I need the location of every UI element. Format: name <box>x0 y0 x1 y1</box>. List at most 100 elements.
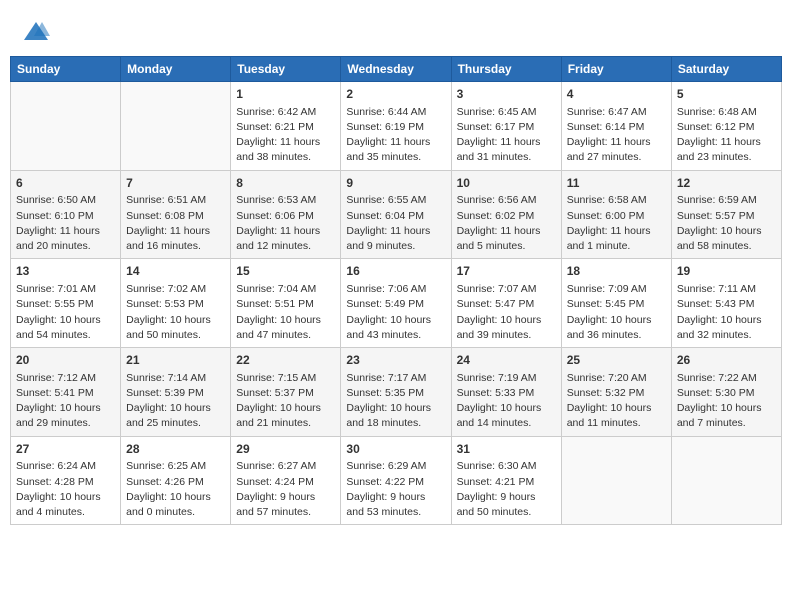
calendar-cell: 6Sunrise: 6:50 AM Sunset: 6:10 PM Daylig… <box>11 170 121 259</box>
day-number: 28 <box>126 441 225 458</box>
day-info: Sunrise: 7:15 AM Sunset: 5:37 PM Dayligh… <box>236 371 335 432</box>
calendar-cell: 4 Sunrise: 6:47 AM Sunset: 6:14 PM Daylig… <box>561 82 671 171</box>
day-info: Sunrise: 7:01 AM Sunset: 5:55 PM Dayligh… <box>16 282 115 343</box>
day-info: Sunrise: 6:50 AM Sunset: 6:10 PM Dayligh… <box>16 193 115 254</box>
logo-line1 <box>20 18 50 46</box>
calendar-cell: 13Sunrise: 7:01 AM Sunset: 5:55 PM Dayli… <box>11 259 121 348</box>
calendar-cell: 30Sunrise: 6:29 AM Sunset: 4:22 PM Dayli… <box>341 436 451 525</box>
calendar-cell: 10Sunrise: 6:56 AM Sunset: 6:02 PM Dayli… <box>451 170 561 259</box>
day-info: Sunrise: 6:47 AM Sunset: 6:14 PM Dayligh… <box>567 105 666 166</box>
calendar-cell: 8Sunrise: 6:53 AM Sunset: 6:06 PM Daylig… <box>231 170 341 259</box>
day-info: Sunrise: 7:07 AM Sunset: 5:47 PM Dayligh… <box>457 282 556 343</box>
day-number: 21 <box>126 352 225 369</box>
day-number: 18 <box>567 263 666 280</box>
day-header-tuesday: Tuesday <box>231 57 341 82</box>
day-info: Sunrise: 6:45 AM Sunset: 6:17 PM Dayligh… <box>457 105 556 166</box>
calendar-week-row: 20 Sunrise: 7:12 AM Sunset: 5:41 PM Dayli… <box>11 348 782 437</box>
day-info: Sunrise: 7:14 AM Sunset: 5:39 PM Dayligh… <box>126 371 225 432</box>
calendar-cell: 3 Sunrise: 6:45 AM Sunset: 6:17 PM Daylig… <box>451 82 561 171</box>
day-number: 11 <box>567 175 666 192</box>
day-info: Sunrise: 6:58 AM Sunset: 6:00 PM Dayligh… <box>567 193 666 254</box>
calendar-table: SundayMondayTuesdayWednesdayThursdayFrid… <box>10 56 782 525</box>
day-number: 4 <box>567 86 666 103</box>
logo <box>20 18 50 46</box>
calendar-cell: 15 Sunrise: 7:04 AM Sunset: 5:51 PM Dayli… <box>231 259 341 348</box>
day-number: 26 <box>677 352 776 369</box>
day-info: Sunrise: 7:12 AM Sunset: 5:41 PM Dayligh… <box>16 371 115 432</box>
day-info: Sunrise: 7:02 AM Sunset: 5:53 PM Dayligh… <box>126 282 225 343</box>
calendar-cell: 29Sunrise: 6:27 AM Sunset: 4:24 PM Dayli… <box>231 436 341 525</box>
calendar-cell: 19Sunrise: 7:11 AM Sunset: 5:43 PM Dayli… <box>671 259 781 348</box>
day-info: Sunrise: 6:51 AM Sunset: 6:08 PM Dayligh… <box>126 193 225 254</box>
day-number: 20 <box>16 352 115 369</box>
calendar-cell: 27Sunrise: 6:24 AM Sunset: 4:28 PM Dayli… <box>11 436 121 525</box>
calendar-cell: 12Sunrise: 6:59 AM Sunset: 5:57 PM Dayli… <box>671 170 781 259</box>
page-header <box>10 10 782 50</box>
calendar-cell: 25Sunrise: 7:20 AM Sunset: 5:32 PM Dayli… <box>561 348 671 437</box>
day-number: 3 <box>457 86 556 103</box>
calendar-week-row: 27Sunrise: 6:24 AM Sunset: 4:28 PM Dayli… <box>11 436 782 525</box>
day-number: 25 <box>567 352 666 369</box>
day-number: 27 <box>16 441 115 458</box>
calendar-cell <box>671 436 781 525</box>
day-number: 16 <box>346 263 445 280</box>
calendar-cell: 24 Sunrise: 7:19 AM Sunset: 5:33 PM Dayli… <box>451 348 561 437</box>
day-number: 22 <box>236 352 335 369</box>
day-header-saturday: Saturday <box>671 57 781 82</box>
day-info: Sunrise: 7:19 AM Sunset: 5:33 PM Dayligh… <box>457 371 556 432</box>
day-number: 15 <box>236 263 335 280</box>
calendar-cell: 7Sunrise: 6:51 AM Sunset: 6:08 PM Daylig… <box>121 170 231 259</box>
day-info: Sunrise: 6:30 AM Sunset: 4:21 PM Dayligh… <box>457 459 556 520</box>
calendar-cell: 21 Sunrise: 7:14 AM Sunset: 5:39 PM Dayli… <box>121 348 231 437</box>
calendar-cell: 1Sunrise: 6:42 AM Sunset: 6:21 PM Daylig… <box>231 82 341 171</box>
calendar-cell: 26Sunrise: 7:22 AM Sunset: 5:30 PM Dayli… <box>671 348 781 437</box>
day-header-friday: Friday <box>561 57 671 82</box>
day-info: Sunrise: 7:06 AM Sunset: 5:49 PM Dayligh… <box>346 282 445 343</box>
calendar-week-row: 6Sunrise: 6:50 AM Sunset: 6:10 PM Daylig… <box>11 170 782 259</box>
calendar-cell: 2 Sunrise: 6:44 AM Sunset: 6:19 PM Daylig… <box>341 82 451 171</box>
calendar-header-row: SundayMondayTuesdayWednesdayThursdayFrid… <box>11 57 782 82</box>
day-header-thursday: Thursday <box>451 57 561 82</box>
logo-icon <box>22 18 50 46</box>
calendar-cell: 14 Sunrise: 7:02 AM Sunset: 5:53 PM Dayli… <box>121 259 231 348</box>
day-header-monday: Monday <box>121 57 231 82</box>
day-info: Sunrise: 7:04 AM Sunset: 5:51 PM Dayligh… <box>236 282 335 343</box>
calendar-cell: 23Sunrise: 7:17 AM Sunset: 5:35 PM Dayli… <box>341 348 451 437</box>
day-number: 14 <box>126 263 225 280</box>
day-info: Sunrise: 6:56 AM Sunset: 6:02 PM Dayligh… <box>457 193 556 254</box>
calendar-cell <box>11 82 121 171</box>
day-number: 1 <box>236 86 335 103</box>
calendar-cell: 20 Sunrise: 7:12 AM Sunset: 5:41 PM Dayli… <box>11 348 121 437</box>
day-info: Sunrise: 6:24 AM Sunset: 4:28 PM Dayligh… <box>16 459 115 520</box>
day-info: Sunrise: 6:27 AM Sunset: 4:24 PM Dayligh… <box>236 459 335 520</box>
calendar-cell: 11Sunrise: 6:58 AM Sunset: 6:00 PM Dayli… <box>561 170 671 259</box>
day-info: Sunrise: 6:25 AM Sunset: 4:26 PM Dayligh… <box>126 459 225 520</box>
calendar-cell: 9Sunrise: 6:55 AM Sunset: 6:04 PM Daylig… <box>341 170 451 259</box>
day-info: Sunrise: 7:11 AM Sunset: 5:43 PM Dayligh… <box>677 282 776 343</box>
calendar-cell <box>561 436 671 525</box>
calendar-cell: 17 Sunrise: 7:07 AM Sunset: 5:47 PM Dayli… <box>451 259 561 348</box>
day-info: Sunrise: 6:44 AM Sunset: 6:19 PM Dayligh… <box>346 105 445 166</box>
day-number: 2 <box>346 86 445 103</box>
day-number: 29 <box>236 441 335 458</box>
day-number: 17 <box>457 263 556 280</box>
day-info: Sunrise: 6:29 AM Sunset: 4:22 PM Dayligh… <box>346 459 445 520</box>
day-number: 30 <box>346 441 445 458</box>
calendar-cell: 5 Sunrise: 6:48 AM Sunset: 6:12 PM Daylig… <box>671 82 781 171</box>
day-number: 12 <box>677 175 776 192</box>
day-number: 6 <box>16 175 115 192</box>
calendar-cell: 31Sunrise: 6:30 AM Sunset: 4:21 PM Dayli… <box>451 436 561 525</box>
calendar-cell: 22 Sunrise: 7:15 AM Sunset: 5:37 PM Dayli… <box>231 348 341 437</box>
day-info: Sunrise: 7:17 AM Sunset: 5:35 PM Dayligh… <box>346 371 445 432</box>
day-number: 24 <box>457 352 556 369</box>
day-number: 9 <box>346 175 445 192</box>
day-number: 5 <box>677 86 776 103</box>
calendar-cell: 28Sunrise: 6:25 AM Sunset: 4:26 PM Dayli… <box>121 436 231 525</box>
day-number: 8 <box>236 175 335 192</box>
calendar-cell: 18Sunrise: 7:09 AM Sunset: 5:45 PM Dayli… <box>561 259 671 348</box>
day-info: Sunrise: 6:53 AM Sunset: 6:06 PM Dayligh… <box>236 193 335 254</box>
calendar-cell <box>121 82 231 171</box>
day-number: 7 <box>126 175 225 192</box>
day-number: 10 <box>457 175 556 192</box>
day-info: Sunrise: 6:48 AM Sunset: 6:12 PM Dayligh… <box>677 105 776 166</box>
